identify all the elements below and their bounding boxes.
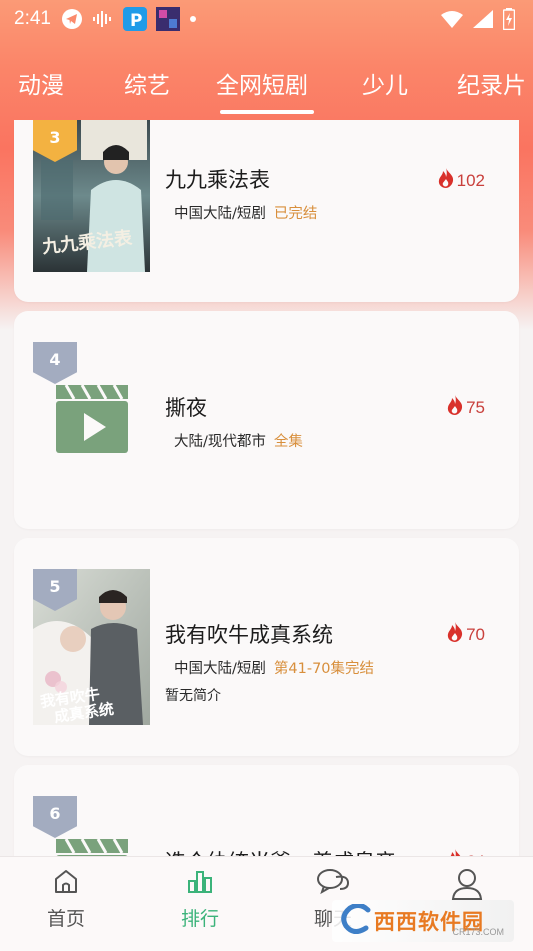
watermark-logo-icon xyxy=(340,902,374,938)
flame-icon xyxy=(446,395,464,420)
svg-text:P: P xyxy=(130,11,142,31)
rank-badge: 4 xyxy=(33,342,77,384)
nav-home[interactable]: 首页 xyxy=(26,867,106,931)
item-region-genre: 中国大陆/短剧 xyxy=(174,206,266,222)
flame-icon xyxy=(446,622,464,647)
wifi-icon xyxy=(441,10,463,32)
tab-short-drama[interactable]: 全网短剧 xyxy=(216,66,308,100)
telegram-icon xyxy=(61,8,83,30)
podcast-icon xyxy=(92,11,114,27)
tab-variety[interactable]: 综艺 xyxy=(124,66,170,100)
rank-badge: 6 xyxy=(33,796,77,838)
item-meta: 中国大陆/短剧 第41-70集完结 xyxy=(174,657,374,678)
item-status: 第41-70集完结 xyxy=(273,661,375,677)
heat-count: 75 xyxy=(446,395,485,420)
tab-documentary[interactable]: 纪录片 xyxy=(457,66,526,100)
watermark-sub: CR173.COM xyxy=(452,927,504,937)
heat-value: 102 xyxy=(456,170,485,190)
status-bar: 2:41 P xyxy=(0,0,533,38)
heat-count: 102 xyxy=(437,168,485,193)
nav-ranking-label: 排行 xyxy=(180,908,219,930)
watermark: 西西软件园 CR173.COM xyxy=(332,900,514,942)
heat-value: 70 xyxy=(466,624,485,644)
heat-count: 70 xyxy=(446,622,485,647)
signal-icon xyxy=(473,10,493,32)
game-app-icon xyxy=(155,7,180,31)
item-region-genre: 中国大陆/短剧 xyxy=(174,661,266,677)
item-region-genre: 大陆/现代都市 xyxy=(174,434,266,450)
tab-kids[interactable]: 少儿 xyxy=(362,66,408,100)
list-item[interactable]: 九九乘法表 3 九九乘法表 中国大陆/短剧 已完结 102 xyxy=(14,120,519,302)
heat-value: 75 xyxy=(466,397,485,417)
app-p-icon: P xyxy=(122,7,147,31)
item-meta: 大陆/现代都市 全集 xyxy=(174,430,303,451)
item-title: 撕夜 xyxy=(165,396,207,420)
nav-home-label: 首页 xyxy=(46,908,85,930)
item-description: 暂无简介 xyxy=(165,688,221,704)
item-status: 已完结 xyxy=(273,206,318,222)
list-item[interactable]: 4 撕夜 大陆/现代都市 全集 75 xyxy=(14,311,519,529)
active-tab-indicator xyxy=(220,110,314,114)
flame-icon xyxy=(437,168,455,193)
home-icon xyxy=(52,867,80,900)
list-item[interactable]: 我有吹牛 成真系统 5 我有吹牛成真系统 中国大陆/短剧 第41-70集完结 暂无… xyxy=(14,538,519,756)
category-tabs: 动漫 综艺 全网短剧 少儿 纪录片 xyxy=(0,58,533,118)
item-meta: 中国大陆/短剧 已完结 xyxy=(174,202,317,223)
nav-ranking[interactable]: 排行 xyxy=(160,867,240,931)
item-title: 九九乘法表 xyxy=(165,168,270,192)
ranking-icon xyxy=(186,867,214,900)
battery-charging-icon xyxy=(502,8,516,34)
clapperboard-icon xyxy=(54,381,130,457)
status-time: 2:41 xyxy=(14,8,51,29)
chat-icon xyxy=(316,867,350,900)
tab-anime[interactable]: 动漫 xyxy=(18,66,64,100)
dot-icon xyxy=(189,15,197,23)
item-title: 我有吹牛成真系统 xyxy=(165,623,333,647)
item-status: 全集 xyxy=(273,434,303,450)
